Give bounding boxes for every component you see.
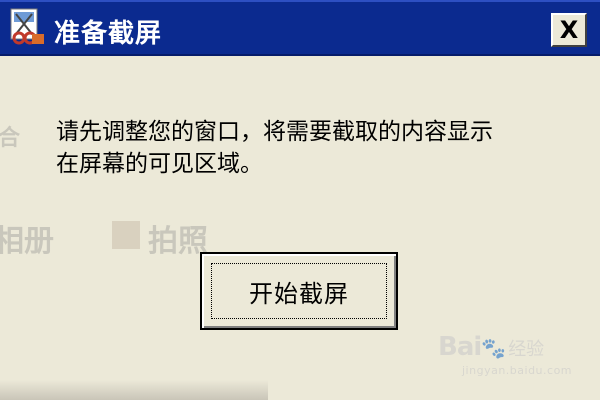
dialog-message: 请先调整您的窗口，将需要截取的内容显示 在屏幕的可见区域。 [56, 116, 576, 180]
focus-ring [211, 263, 387, 319]
close-icon: X [559, 16, 579, 44]
start-screenshot-button[interactable]: 开始截屏 [200, 252, 398, 330]
watermark-url: jingyan.baidu.com [462, 364, 573, 377]
window-title: 准备截屏 [54, 19, 163, 49]
watermark-brand: Bai [438, 332, 482, 362]
scissors-screenshot-icon [10, 8, 44, 45]
message-line-1: 请先调整您的窗口，将需要截取的内容显示 [56, 119, 493, 145]
background-fragment: 合 [0, 126, 21, 151]
paw-icon: 🐾 [481, 336, 507, 360]
message-line-2: 在屏幕的可见区域。 [56, 151, 263, 177]
background-camera-icon [112, 221, 140, 249]
close-button[interactable]: X [551, 13, 587, 47]
taskbar-fragment [0, 380, 268, 400]
watermark-name: 经验 [508, 339, 545, 360]
baidu-watermark: Bai🐾 经验 jingyan.baidu.com [438, 332, 572, 377]
background-album-label: 相册 [0, 224, 54, 259]
background-photo-label: 拍照 [148, 224, 208, 259]
title-bar: 准备截屏 X [0, 0, 600, 56]
